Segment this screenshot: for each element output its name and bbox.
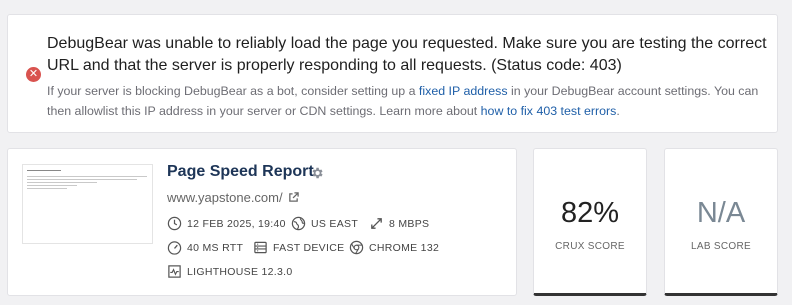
report-card: Page Speed Report www.yapstone.com/ 12 F… bbox=[7, 148, 517, 296]
lighthouse-icon bbox=[168, 265, 181, 278]
transfer-arrows-icon bbox=[371, 218, 382, 229]
crux-score-label: CRUX SCORE bbox=[555, 241, 625, 252]
meta-rtt-label: 40 MS RTT bbox=[187, 241, 244, 254]
meta-device-label: FAST DEVICE bbox=[273, 241, 345, 254]
external-link-icon[interactable] bbox=[288, 192, 299, 203]
meta-browser-label: CHROME 132 bbox=[369, 241, 440, 254]
gauge-icon bbox=[167, 241, 182, 255]
error-x-icon: ✕ bbox=[26, 67, 41, 82]
meta-lighthouse-label: LIGHTHOUSE 12.3.0 bbox=[187, 265, 293, 278]
meta-bandwidth: 8 MBPS bbox=[369, 216, 429, 231]
lab-score-value: N/A bbox=[696, 197, 746, 229]
meta-region-label: US EAST bbox=[311, 217, 359, 230]
fix-403-link[interactable]: how to fix 403 test errors bbox=[481, 104, 617, 118]
meta-bandwidth-label: 8 MBPS bbox=[389, 217, 430, 230]
chrome-icon bbox=[349, 240, 364, 255]
lab-score-label: LAB SCORE bbox=[691, 241, 751, 252]
crux-score-card[interactable]: 82% CRUX SCORE bbox=[533, 148, 647, 296]
meta-device: FAST DEVICE bbox=[253, 240, 344, 255]
report-url[interactable]: www.yapstone.com/ bbox=[167, 190, 283, 205]
lab-score-card[interactable]: N/A LAB SCORE bbox=[664, 148, 778, 296]
report-title[interactable]: Page Speed Report bbox=[167, 163, 314, 181]
error-detail: If your server is blocking DebugBear as … bbox=[47, 81, 777, 121]
device-icon bbox=[254, 241, 267, 254]
meta-lighthouse: LIGHTHOUSE 12.3.0 bbox=[167, 264, 292, 279]
clock-icon bbox=[167, 216, 182, 231]
page-screenshot-thumbnail[interactable] bbox=[22, 164, 153, 244]
fixed-ip-link[interactable]: fixed IP address bbox=[419, 84, 508, 98]
error-banner: ✕ DebugBear was unable to reliably load … bbox=[7, 14, 778, 133]
meta-rtt: 40 MS RTT bbox=[167, 240, 243, 255]
meta-date-label: 12 FEB 2025, 19:40 bbox=[187, 217, 286, 230]
crux-score-value: 82% bbox=[560, 197, 620, 229]
globe-icon bbox=[291, 216, 306, 231]
gear-icon[interactable] bbox=[310, 166, 324, 180]
meta-date: 12 FEB 2025, 19:40 bbox=[167, 216, 286, 231]
error-detail-text: . bbox=[616, 104, 620, 118]
error-title: DebugBear was unable to reliably load th… bbox=[47, 35, 767, 74]
meta-region: US EAST bbox=[291, 216, 358, 231]
error-detail-text: If your server is blocking DebugBear as … bbox=[47, 84, 419, 98]
meta-browser: CHROME 132 bbox=[349, 240, 439, 255]
